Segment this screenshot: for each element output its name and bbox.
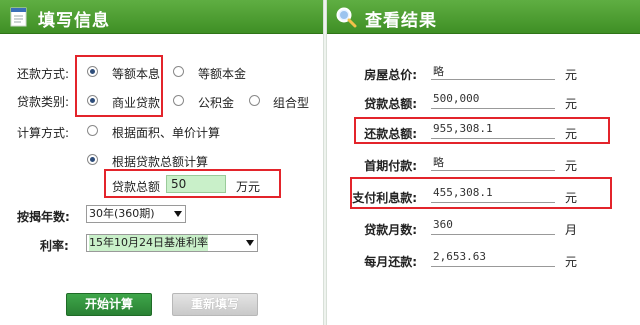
interest-highlight-box <box>350 177 612 209</box>
result-value-house-price: 略 <box>431 63 555 80</box>
repayment-equal-principal-label[interactable]: 等额本金 <box>198 65 246 82</box>
result-panel-title: 查看结果 <box>365 11 437 31</box>
result-label-loan-total: 贷款总额: <box>364 97 417 111</box>
result-unit-loan-months: 月 <box>565 223 578 237</box>
calculate-button[interactable]: 开始计算 <box>66 293 152 316</box>
result-value-monthly-payment: 2,653.63 <box>431 250 555 267</box>
interest-rate-value: 15年10月24日基准利率 <box>89 235 208 251</box>
repayment-method-label: 还款方式: <box>17 67 70 81</box>
result-value-loan-total: 500,000 <box>431 92 555 109</box>
result-unit-monthly-payment: 元 <box>565 255 578 269</box>
loan-type-provident-radio[interactable] <box>173 95 184 106</box>
input-panel: 填写信息 还款方式: 等额本息 等额本金 贷款类别: 商业贷款 公积金 组合型 … <box>0 0 323 325</box>
calc-by-loan-total-label[interactable]: 根据贷款总额计算 <box>112 153 208 170</box>
mortgage-years-label: 按揭年数: <box>17 210 70 224</box>
magnifier-icon <box>336 7 357 28</box>
interest-rate-select[interactable]: 15年10月24日基准利率 <box>86 234 258 252</box>
form-icon <box>10 7 27 27</box>
result-panel-header: 查看结果 <box>327 0 640 34</box>
calc-by-area-radio[interactable] <box>87 125 98 136</box>
result-value-loan-months: 360 <box>431 218 555 235</box>
result-unit-loan-total: 元 <box>565 97 578 111</box>
loan-type-provident-label[interactable]: 公积金 <box>198 94 234 111</box>
loan-type-label: 贷款类别: <box>17 95 70 109</box>
loan-type-combined-radio[interactable] <box>249 95 260 106</box>
chevron-down-icon[interactable] <box>174 211 182 217</box>
mortgage-years-select[interactable]: 30年(360期) <box>86 205 186 223</box>
mortgage-years-value: 30年(360期) <box>89 207 155 220</box>
calc-by-loan-total-radio[interactable] <box>87 154 98 165</box>
interest-rate-label: 利率: <box>40 239 69 253</box>
result-unit-house-price: 元 <box>565 68 578 82</box>
result-label-down-payment: 首期付款: <box>364 159 417 173</box>
loan-type-combined-label[interactable]: 组合型 <box>273 94 309 111</box>
result-value-down-payment: 略 <box>431 154 555 171</box>
repayment-highlight-box <box>75 55 163 117</box>
repayment-total-highlight-box <box>354 117 610 144</box>
calc-method-label: 计算方式: <box>17 126 70 140</box>
result-panel: 查看结果 房屋总价: 略 元 贷款总额: 500,000 元 还款总额: 955… <box>327 0 640 325</box>
calc-by-area-label[interactable]: 根据面积、单价计算 <box>112 124 220 141</box>
result-label-monthly-payment: 每月还款: <box>364 255 417 269</box>
reset-button[interactable]: 重新填写 <box>172 293 258 316</box>
result-label-house-price: 房屋总价: <box>364 68 417 82</box>
result-unit-down-payment: 元 <box>565 159 578 173</box>
input-panel-title: 填写信息 <box>38 11 110 31</box>
result-label-loan-months: 贷款月数: <box>364 223 417 237</box>
repayment-equal-principal-radio[interactable] <box>173 66 184 77</box>
chevron-down-icon[interactable] <box>246 240 254 246</box>
input-panel-header: 填写信息 <box>0 0 323 34</box>
loan-total-highlight-box <box>104 169 281 198</box>
